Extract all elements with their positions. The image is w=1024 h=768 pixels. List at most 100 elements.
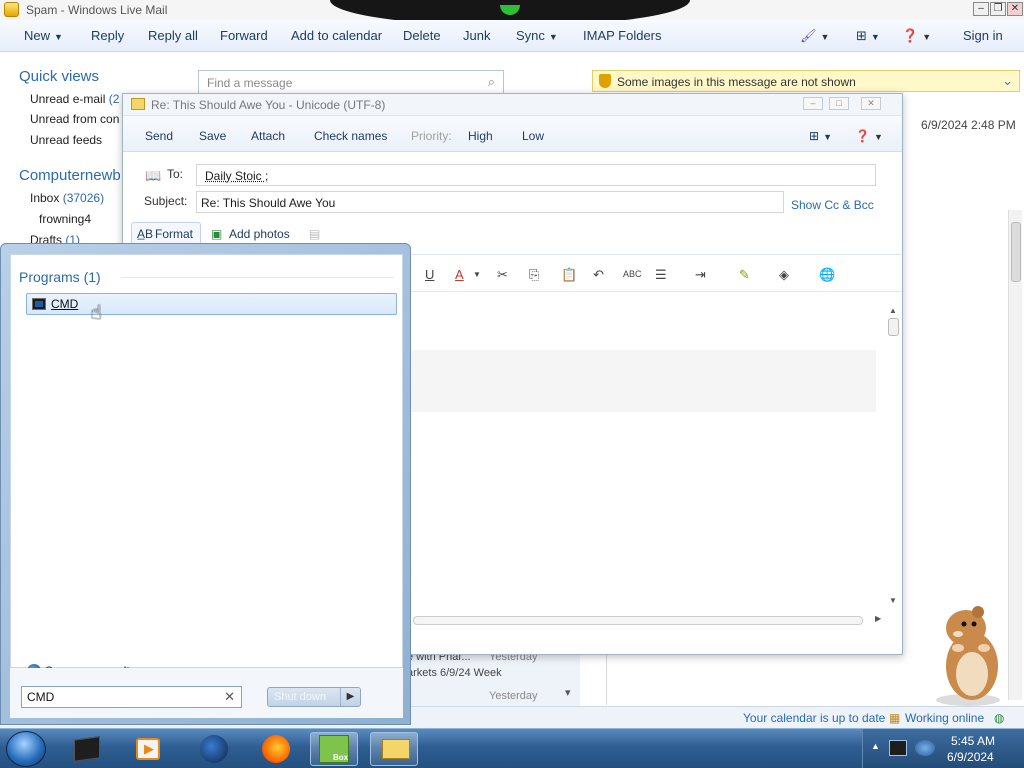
cut-icon[interactable]: ✂ <box>497 267 508 283</box>
view-menu-icon[interactable]: ⊞ ▼ <box>809 129 832 143</box>
compose-close-button[interactable]: ✕ <box>861 97 881 110</box>
scrollbar-thumb[interactable] <box>1011 222 1021 282</box>
to-field[interactable]: Daily Stoic ; <box>196 164 876 186</box>
attach-button[interactable]: Attach <box>251 129 285 143</box>
taskbar-browser[interactable] <box>190 732 238 766</box>
spell-check-icon[interactable]: ABC <box>623 269 642 279</box>
send-button[interactable]: Send <box>145 129 173 143</box>
main-command-bar: New ▼ Reply Reply all Forward Add to cale… <box>0 20 1024 52</box>
imap-folders-button[interactable]: IMAP Folders <box>583 28 662 43</box>
shutdown-arrow-icon[interactable]: ▶ <box>340 688 360 706</box>
scroll-up-icon[interactable]: ▲ <box>889 306 897 315</box>
to-recipient[interactable]: Daily Stoic ; <box>205 169 268 183</box>
divider <box>121 277 394 278</box>
check-names-button[interactable]: Check names <box>314 129 387 143</box>
sync-button[interactable]: Sync ▼ <box>516 28 558 43</box>
new-label: New <box>24 28 51 43</box>
windows-live-mail-icon <box>4 2 19 17</box>
start-button[interactable] <box>6 731 46 767</box>
images-blocked-banner[interactable]: Some images in this message are not show… <box>592 70 1020 92</box>
program-item-cmd[interactable]: CMD <box>26 293 397 315</box>
folder-inbox[interactable]: Inbox (37026) <box>30 191 104 205</box>
main-window-titlebar: Spam - Windows Live Mail – ❐ ✕ <box>0 0 1024 26</box>
reply-button[interactable]: Reply <box>91 28 124 43</box>
chevron-down-icon[interactable]: ⌄ <box>1002 73 1013 89</box>
highlighter-icon[interactable]: ✎ <box>739 267 750 283</box>
paintbrush-icon[interactable]: 🖌 ▼ <box>800 28 829 44</box>
subject-value: Re: This Should Awe You <box>201 196 336 210</box>
forward-button[interactable]: Forward <box>220 28 268 43</box>
start-search-input[interactable]: CMD ✕ <box>21 686 242 708</box>
scrollbar-thumb[interactable] <box>413 616 863 625</box>
list-icon[interactable]: ☰ <box>655 267 667 283</box>
quick-view-label: Unread e-mail <box>30 92 106 106</box>
network-icon[interactable] <box>915 740 935 756</box>
shutdown-button[interactable]: Shut down ▶ <box>267 687 361 707</box>
to-label: To: <box>167 167 184 181</box>
tab-add-photos[interactable]: Add photos <box>229 227 290 241</box>
taskbar-windows-live-mail[interactable] <box>370 732 418 766</box>
chevron-down-icon[interactable]: ▾ <box>565 686 571 699</box>
underline-button[interactable]: U <box>425 267 434 282</box>
indent-icon[interactable]: ⇥ <box>695 267 706 283</box>
font-color-button[interactable]: A <box>455 267 464 282</box>
message-list-partial: e with Phar... Yesterday arkets 6/9/24 W… <box>405 648 580 708</box>
find-message-input[interactable]: Find a message ⌕ <box>198 70 504 94</box>
scroll-down-icon[interactable]: ▼ <box>889 596 897 605</box>
online-status[interactable]: Working online <box>905 711 984 725</box>
layout-icon[interactable]: ▤ <box>309 227 320 241</box>
show-cc-bcc-link[interactable]: Show Cc & Bcc <box>791 198 874 212</box>
list-item[interactable]: arkets 6/9/24 Week <box>407 667 502 679</box>
taskbar-firefox[interactable] <box>252 732 300 766</box>
folder-frowning4[interactable]: frowning4 <box>39 212 91 226</box>
view-menu-icon[interactable]: ⊞ ▼ <box>856 28 880 44</box>
paste-icon[interactable]: 📋 <box>561 267 577 283</box>
format-icon: A̲B <box>137 227 154 241</box>
scroll-right-icon[interactable]: ▶ <box>875 614 881 623</box>
taskbar-box-app[interactable]: Box <box>310 732 358 766</box>
priority-high-button[interactable]: High <box>468 129 493 143</box>
clock-time[interactable]: 5:45 AM <box>951 734 995 748</box>
insert-icon[interactable]: ◈ <box>779 267 789 283</box>
compose-horizontal-scrollbar[interactable]: ▶ <box>413 614 883 626</box>
undo-icon[interactable]: ↶ <box>593 267 604 283</box>
close-window-button[interactable]: ✕ <box>1007 2 1023 16</box>
address-book-icon[interactable]: 📖 <box>145 168 161 184</box>
scrollbar-thumb[interactable] <box>888 318 899 336</box>
chevron-down-icon[interactable]: ▼ <box>473 270 481 279</box>
subject-field[interactable]: Re: This Should Awe You <box>196 191 784 213</box>
compose-vertical-scrollbar[interactable]: ▲ ▼ <box>887 306 901 606</box>
help-icon[interactable]: ❓ ▼ <box>855 129 883 143</box>
restore-button[interactable]: ❐ <box>990 2 1006 16</box>
compose-maximize-button[interactable]: □ <box>829 97 849 110</box>
quick-views-header[interactable]: Quick views <box>19 68 99 85</box>
help-icon[interactable]: ❓ ▼ <box>902 28 931 44</box>
add-to-calendar-button[interactable]: Add to calendar <box>291 28 382 43</box>
quoted-message-block <box>373 350 876 412</box>
compose-minimize-button[interactable]: – <box>803 97 823 110</box>
quick-view-unread-feeds[interactable]: Unread feeds <box>30 133 102 147</box>
quick-view-unread-email[interactable]: Unread e-mail (2 <box>30 92 119 106</box>
delete-button[interactable]: Delete <box>403 28 441 43</box>
priority-low-button[interactable]: Low <box>522 129 544 143</box>
new-button[interactable]: New ▼ <box>24 28 63 43</box>
taskbar-media-player[interactable]: ▶ <box>124 732 172 766</box>
shield-icon <box>599 74 611 88</box>
reply-all-button[interactable]: Reply all <box>148 28 198 43</box>
sign-in-link[interactable]: Sign in <box>963 28 1003 43</box>
reading-pane-scrollbar[interactable] <box>1008 210 1022 700</box>
taskbar-app-box[interactable] <box>62 732 110 766</box>
search-icon[interactable]: ⌕ <box>488 74 495 90</box>
web-globe-icon[interactable]: 🌐 <box>819 267 835 283</box>
save-button[interactable]: Save <box>199 129 226 143</box>
account-header[interactable]: Computernewb <box>19 167 121 184</box>
play-icon: ▶ <box>144 741 154 756</box>
minimize-button[interactable]: – <box>973 2 989 16</box>
copy-icon[interactable]: ⎘ <box>529 267 539 283</box>
clock-date[interactable]: 6/9/2024 <box>947 750 994 764</box>
quick-view-unread-contacts[interactable]: Unread from con <box>30 112 119 126</box>
show-hidden-icons-icon[interactable]: ▲ <box>871 741 880 751</box>
clear-search-icon[interactable]: ✕ <box>224 689 235 705</box>
junk-button[interactable]: Junk <box>463 28 490 43</box>
action-center-icon[interactable] <box>889 740 907 756</box>
